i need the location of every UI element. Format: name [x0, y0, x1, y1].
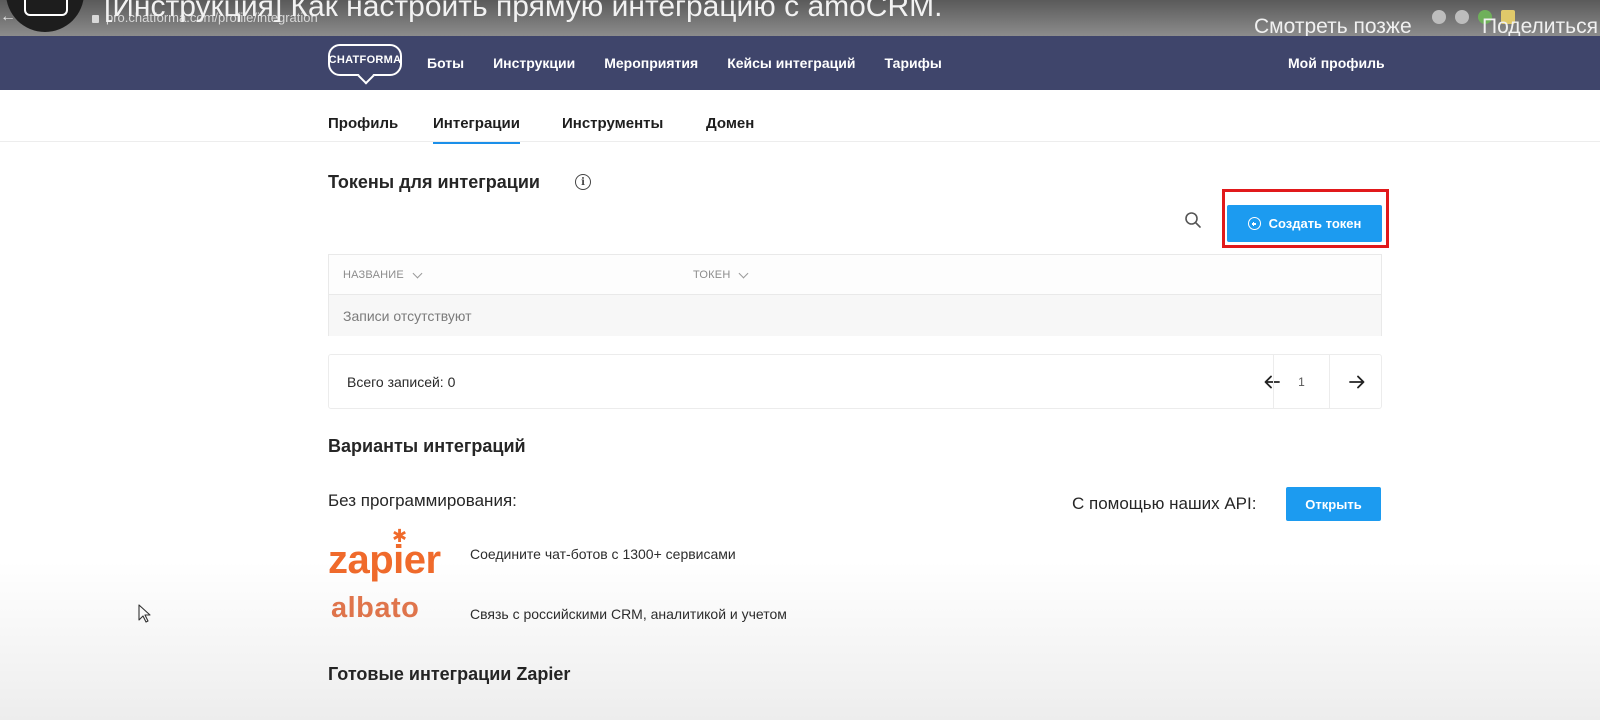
albato-logo[interactable]: albato — [331, 592, 419, 625]
table-empty-row: Записи отсутствуют — [329, 295, 1381, 336]
api-label: С помощью наших API: — [1072, 494, 1257, 513]
video-overlay-bar: ← pro.chatforma.com/profile/integration … — [0, 0, 1600, 36]
tokens-title: Токены для интеграции — [328, 172, 540, 192]
total-records: Всего записей: 0 — [347, 374, 456, 390]
star-icon[interactable] — [1455, 10, 1469, 24]
video-title[interactable]: [Инструкция] Как настроить прямую интегр… — [104, 0, 942, 24]
key-icon[interactable] — [1432, 10, 1446, 24]
chatforma-logo[interactable]: CHATFORMA — [328, 44, 402, 76]
nav-link-events[interactable]: Мероприятия — [604, 55, 698, 71]
lock-icon — [92, 15, 99, 23]
profile-subtabs: Профиль Интеграции Инструменты Домен — [0, 90, 1600, 144]
no-code-label: Без программирования: — [328, 491, 517, 510]
zapier-logo[interactable]: ✱ zapier — [328, 526, 446, 584]
chevron-down-icon — [739, 268, 749, 278]
my-profile-link[interactable]: Мой профиль — [1288, 36, 1385, 90]
pagination-bar: Всего записей: 0 1 — [328, 354, 1382, 409]
next-page-button[interactable] — [1329, 355, 1383, 408]
chevron-down-icon — [412, 268, 423, 278]
channel-avatar[interactable] — [6, 0, 84, 32]
tokens-table: НАЗВАНИЕ ТОКЕН Записи отсутствуют — [328, 254, 1382, 336]
tab-profile[interactable]: Профиль — [328, 115, 398, 132]
tab-tools[interactable]: Инструменты — [562, 115, 663, 132]
ready-zapier-title: Готовые интеграции Zapier — [328, 664, 571, 684]
zapier-description: Соедините чат-ботов с 1300+ сервисами — [470, 546, 736, 562]
back-arrow-icon[interactable]: ← — [0, 8, 16, 26]
top-navbar: CHATFORMA Боты Инструкции Мероприятия Ке… — [0, 36, 1600, 90]
share-button[interactable]: Поделиться — [1482, 15, 1598, 36]
tab-domain[interactable]: Домен — [706, 115, 754, 132]
mouse-cursor-icon — [138, 604, 151, 623]
search-icon[interactable] — [1184, 211, 1202, 229]
nav-link-instructions[interactable]: Инструкции — [493, 55, 575, 71]
create-token-button[interactable]: Создать токен — [1227, 205, 1382, 242]
nav-link-bots[interactable]: Боты — [427, 55, 464, 71]
plus-circle-icon — [1247, 217, 1261, 230]
info-icon[interactable]: i — [575, 174, 591, 190]
column-name-header[interactable]: НАЗВАНИЕ — [343, 268, 423, 281]
tab-integrations[interactable]: Интеграции — [433, 115, 520, 144]
variants-title: Варианты интеграций — [328, 436, 526, 456]
nav-link-pricing[interactable]: Тарифы — [884, 55, 941, 71]
video-bottom-gradient — [0, 560, 1600, 720]
chat-bubble-icon — [24, 0, 68, 16]
table-header: НАЗВАНИЕ ТОКЕН — [329, 255, 1381, 295]
open-api-button[interactable]: Открыть — [1286, 487, 1381, 521]
nav-links: Боты Инструкции Мероприятия Кейсы интегр… — [427, 36, 942, 90]
albato-description: Связь с российскими CRM, аналитикой и уч… — [470, 606, 787, 622]
watch-later-button[interactable]: Смотреть позже — [1254, 15, 1412, 36]
current-page[interactable]: 1 — [1273, 355, 1329, 408]
nav-link-cases[interactable]: Кейсы интеграций — [727, 55, 855, 71]
arrow-right-icon — [1348, 375, 1364, 388]
column-token-header[interactable]: ТОКЕН — [693, 268, 749, 281]
